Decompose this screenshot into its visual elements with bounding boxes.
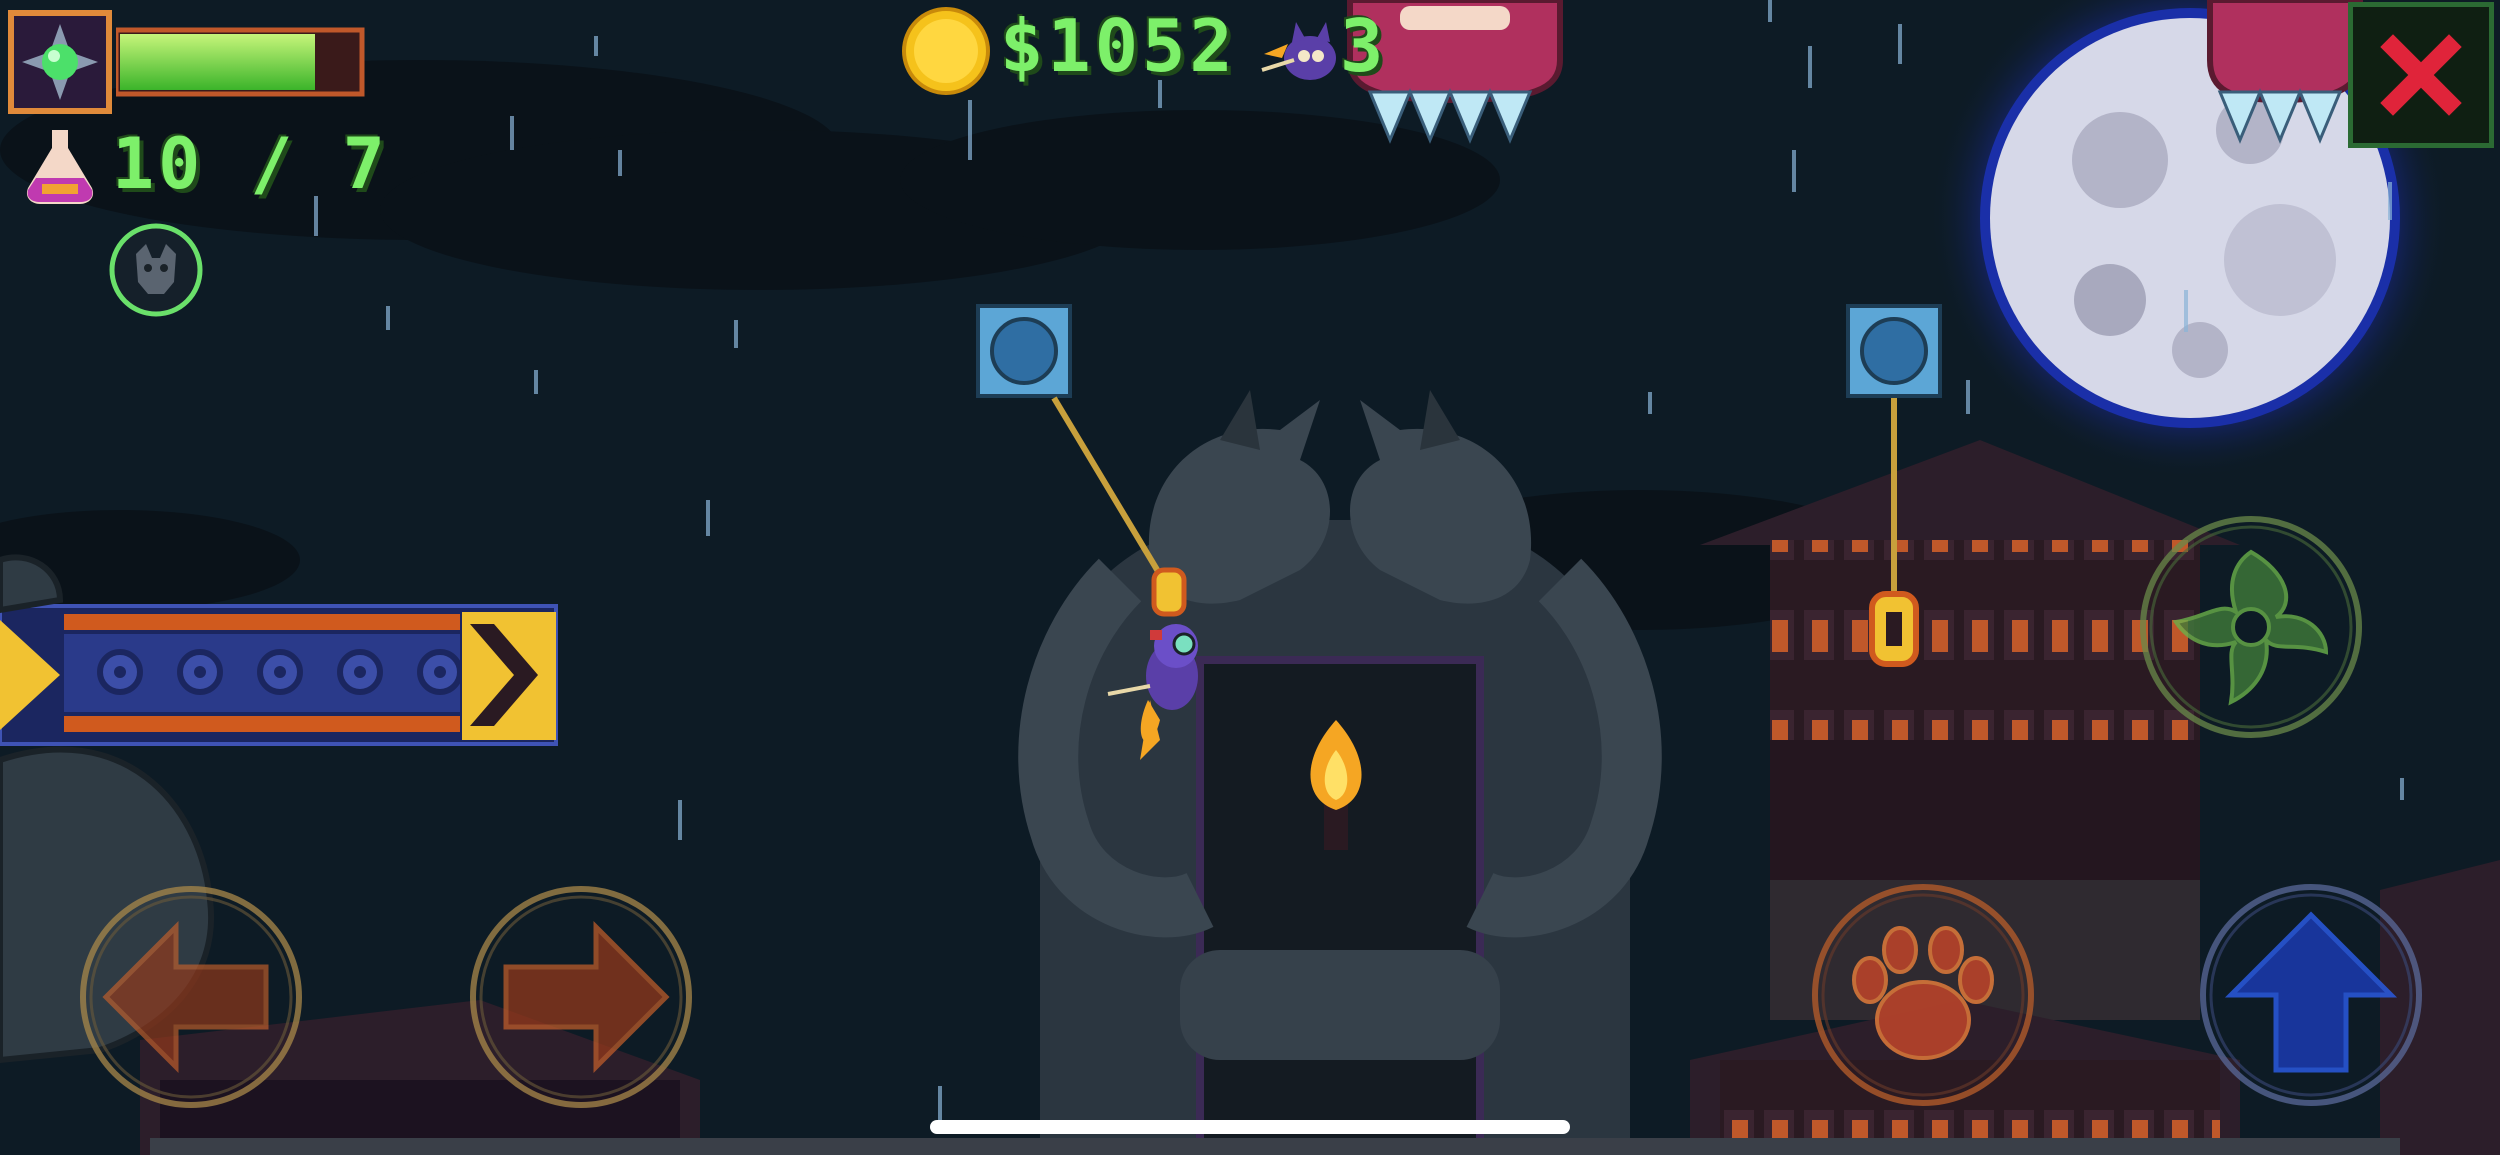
throw-shuriken-button[interactable] <box>2136 512 2366 742</box>
shuriken-icon <box>2172 549 2329 706</box>
conveyor-platform <box>0 604 558 746</box>
health-fill <box>120 34 315 90</box>
paw-icon <box>1852 926 1994 1060</box>
health-bar <box>116 27 365 97</box>
close-button[interactable] <box>2348 2 2494 148</box>
player-portrait-icon <box>8 10 112 114</box>
ally-wolf-icon <box>109 223 203 317</box>
move-right-button[interactable] <box>466 882 696 1112</box>
arrow-up-icon <box>2224 911 2398 1073</box>
potion-count: 10 / 7 <box>112 123 389 205</box>
arrow-right-icon <box>503 920 670 1074</box>
cat-lives-icon <box>1261 22 1336 80</box>
ground-ledge <box>150 1138 2400 1155</box>
home-indicator[interactable] <box>930 1120 1570 1134</box>
arrow-left-icon <box>102 920 269 1074</box>
money-counter: $1052 <box>1000 4 1237 88</box>
close-x-icon[interactable] <box>2353 7 2489 143</box>
paw-attack-button[interactable] <box>1808 880 2038 1110</box>
jump-button[interactable] <box>2196 880 2426 1110</box>
lives-counter: 3 <box>1340 4 1388 88</box>
coin-icon <box>902 7 990 95</box>
move-left-button[interactable] <box>76 882 306 1112</box>
potion-icon <box>26 130 94 204</box>
